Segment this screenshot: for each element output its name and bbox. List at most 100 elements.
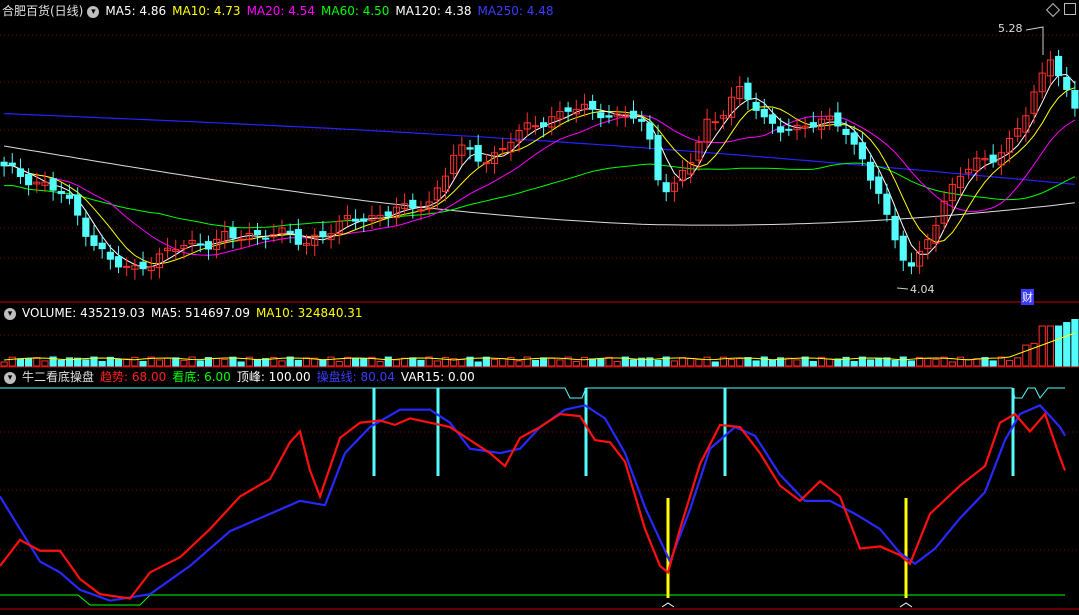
- candle-body: [809, 122, 817, 128]
- volume-bar: [360, 358, 368, 367]
- volume-bar: [580, 356, 589, 367]
- candle-body: [842, 128, 850, 136]
- volume-bar: [711, 361, 719, 367]
- volume-bar: [670, 360, 678, 367]
- candle-body: [858, 142, 866, 160]
- candle-body: [482, 162, 490, 165]
- volume-bar: [237, 361, 245, 367]
- volume-bar: [98, 360, 106, 367]
- window-toggle-icon[interactable]: [1064, 3, 1076, 15]
- candle-body: [907, 262, 916, 267]
- volume-bar: [654, 359, 662, 367]
- candle-body: [229, 227, 237, 239]
- volume-bar: [932, 358, 940, 367]
- candle-body: [74, 194, 82, 216]
- collapse-icon[interactable]: ▾: [4, 307, 16, 320]
- volume-bar: [924, 358, 932, 367]
- volume-bar: [678, 357, 687, 367]
- finance-badge[interactable]: 财: [1021, 289, 1034, 305]
- volume-bar: [695, 358, 703, 367]
- ma250-line: [4, 113, 1075, 185]
- volume-bar: [327, 356, 335, 367]
- volume-bar: [384, 356, 392, 367]
- candle-body: [57, 191, 65, 195]
- volume-bar: [989, 360, 997, 367]
- volume-bar: [458, 358, 466, 367]
- candle-body: [564, 107, 572, 112]
- indicator-panel-header: ▾ 牛二看底操盘 趋势: 68.00 看底: 6.00 顶峰: 100.00 操盘线: 8…: [2, 369, 487, 385]
- volume-bar: [1054, 325, 1063, 367]
- volume-bar: [163, 357, 172, 367]
- vol-value-2: MA10: 324840.31: [255, 306, 363, 320]
- volume-bar: [25, 358, 33, 367]
- collapse-icon[interactable]: ▾: [87, 5, 100, 18]
- ma-value-4: MA120: 4.38: [395, 4, 472, 18]
- volume-bar: [433, 360, 441, 367]
- volume-ma-line: [4, 332, 1076, 361]
- vol-value-0: VOLUME: 435219.03: [22, 306, 145, 320]
- volume-bar: [605, 356, 613, 367]
- volume-bar: [866, 359, 875, 367]
- volume-bar: [188, 356, 196, 367]
- collapse-icon[interactable]: ▾: [4, 371, 16, 384]
- volume-bar: [351, 358, 360, 367]
- volume-bar: [899, 356, 907, 367]
- candle-body: [123, 265, 131, 268]
- candle-body: [662, 182, 670, 193]
- ind-value-0: 趋势: 68.00: [100, 370, 167, 384]
- ma-value-3: MA60: 4.50: [321, 4, 390, 18]
- candle-body: [98, 242, 106, 250]
- candle-body: [1054, 55, 1063, 77]
- candle-body: [204, 241, 213, 250]
- volume-bar: [335, 360, 343, 367]
- candle-body: [253, 230, 262, 236]
- candle-body: [8, 162, 16, 166]
- volume-bar: [499, 358, 507, 367]
- candle-body: [351, 218, 360, 222]
- volume-bar: [956, 356, 965, 367]
- volume-bar: [114, 358, 123, 367]
- candle-body: [319, 231, 327, 238]
- ma-value-0: MA5: 4.86: [105, 4, 167, 18]
- vol-value-1: MA5: 514697.09: [151, 306, 250, 320]
- volume-bar: [948, 361, 956, 367]
- bottom-marker: [661, 602, 675, 608]
- volume-bar: [597, 358, 605, 367]
- candle-body: [0, 161, 8, 167]
- volume-bar: [875, 357, 883, 367]
- volume-bar: [531, 359, 539, 367]
- candle-body: [82, 217, 90, 237]
- stock-title[interactable]: 合肥百货(日线): [2, 4, 83, 18]
- candle-body: [294, 229, 302, 245]
- candle-body: [629, 110, 638, 119]
- volume-bar: [613, 360, 621, 367]
- candle-body: [65, 194, 74, 199]
- candle-body: [597, 112, 605, 119]
- volume-bar: [172, 357, 180, 367]
- indicator-title[interactable]: 牛二看底操盘: [22, 370, 94, 384]
- peak-reference-line: [0, 387, 1065, 399]
- volume-bar: [1071, 319, 1079, 367]
- volume-bar: [703, 356, 711, 367]
- candle-body: [531, 125, 539, 128]
- candle-body: [654, 135, 662, 181]
- candle-body: [785, 128, 793, 131]
- candle-body: [777, 126, 785, 133]
- price-panel-header: 合肥百货(日线) ▾ MA5: 4.86 MA10: 4.73 MA20: 4.54 MA…: [2, 3, 566, 19]
- candle-body: [466, 147, 474, 150]
- candle-body: [760, 108, 768, 118]
- volume-bar: [392, 359, 401, 367]
- candle-body: [360, 218, 368, 222]
- volume-bar: [57, 359, 65, 367]
- volume-bar: [65, 357, 74, 367]
- volume-bar: [139, 360, 147, 367]
- volume-bar: [213, 358, 221, 367]
- ma-value-5: MA250: 4.48: [477, 4, 554, 18]
- ma10-line: [4, 87, 1076, 265]
- volume-bar: [0, 361, 8, 367]
- high-price-label: 5.28: [998, 22, 1023, 35]
- candle-body: [989, 154, 997, 163]
- ind-value-3: 操盘线: 80.04: [316, 370, 395, 384]
- candle-body: [866, 161, 875, 181]
- ind-value-4: VAR15: 0.00: [400, 370, 475, 384]
